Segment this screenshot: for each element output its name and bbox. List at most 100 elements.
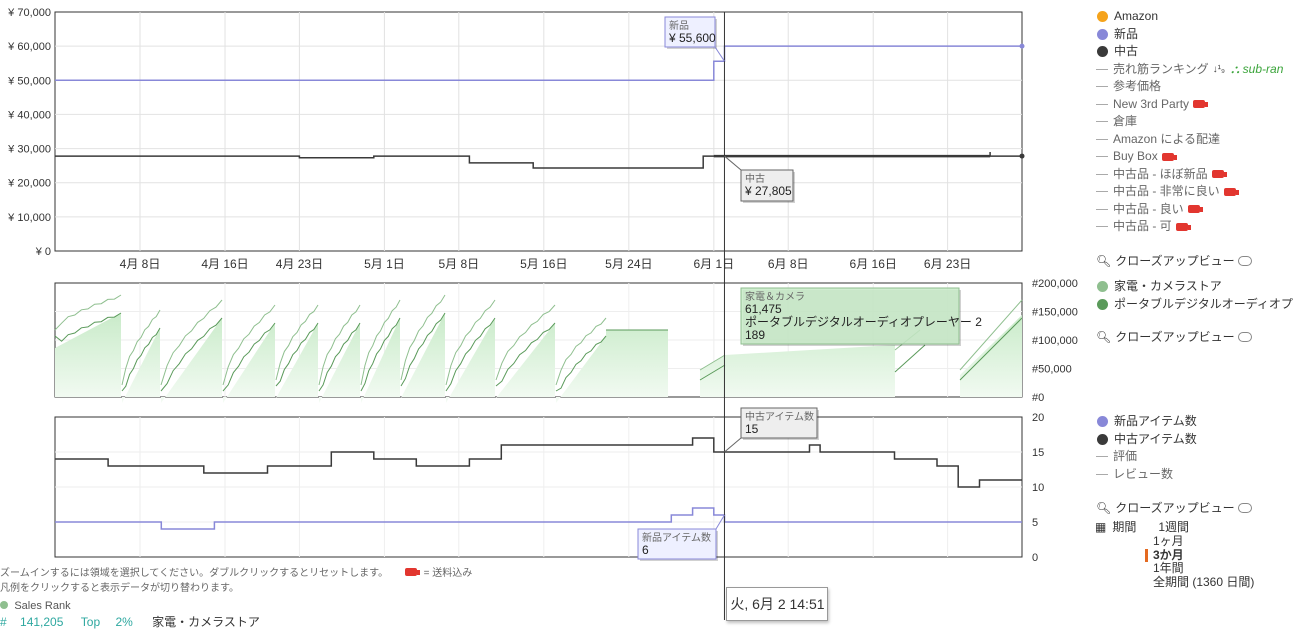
- closeup-toggle-rank[interactable]: 🔍︎ クローズアップビュー: [1096, 328, 1252, 345]
- legend-label: レビュー数: [1113, 466, 1174, 481]
- legend-label: 新品: [1114, 26, 1139, 41]
- legend-label: 参考価格: [1113, 79, 1162, 93]
- legend-item[interactable]: 新品アイテム数: [1096, 413, 1197, 431]
- truck-icon: [1187, 205, 1203, 214]
- legend-label: 新品アイテム数: [1114, 414, 1197, 428]
- legend-item[interactable]: 売れ筋ランキング ↓¹₉ ⛬ sub-ran: [1096, 61, 1283, 79]
- legend-item[interactable]: ポータブルデジタルオーディオプ: [1096, 296, 1293, 314]
- legend-item[interactable]: 中古アイテム数: [1096, 431, 1197, 449]
- x-tick-label: 4月 23日: [276, 257, 323, 271]
- x-tick-label: 5月 8日: [438, 257, 479, 271]
- tooltip-text: 189: [745, 328, 765, 342]
- range-selector: ▦ 期間 1週間 1ヶ月 3か月 1年間 全期間 (1360 日間): [1095, 518, 1254, 589]
- legend-label: Amazon: [1114, 9, 1159, 23]
- price-history-chart[interactable]: ¥ 0 ¥ 10,000 ¥ 20,000 ¥ 30,000 ¥ 40,000 ¥ 50,…: [7, 7, 1025, 271]
- tooltip-text: ¥ 27,805: [744, 184, 792, 198]
- sales-rank-legend[interactable]: Sales Rank: [0, 598, 71, 612]
- legend-dot: [1097, 11, 1108, 23]
- truck-icon: [1175, 222, 1191, 231]
- y-tick-label: ¥ 40,000: [7, 109, 51, 121]
- legend-dot: [1097, 281, 1108, 293]
- legend-item[interactable]: Amazon による配達: [1096, 131, 1283, 149]
- legend-item[interactable]: Buy Box: [1096, 148, 1283, 166]
- legend-label: Buy Box: [1113, 149, 1158, 163]
- range-option[interactable]: 1ヶ月: [1153, 534, 1254, 549]
- range-option[interactable]: 1年間: [1153, 561, 1254, 576]
- offer-y-tick-label: 0: [1032, 552, 1038, 564]
- range-option[interactable]: 全期間 (1360 日間): [1153, 575, 1254, 590]
- x-tick-label: 5月 1日: [364, 257, 405, 271]
- y-tick-label: ¥ 20,000: [7, 178, 51, 190]
- search-icon: 🔍︎: [1096, 500, 1112, 515]
- legend-item[interactable]: 倉庫: [1096, 113, 1283, 131]
- tooltip-text: ポータブルデジタルオーディオプレーヤー 2: [745, 314, 982, 329]
- truck-icon: [1193, 100, 1209, 109]
- legend-dash: [1096, 456, 1108, 458]
- toggle-icon: [1237, 255, 1252, 266]
- legend-dot: [1097, 46, 1108, 58]
- offer-count-chart[interactable]: 0 5 10 15 20: [54, 412, 1044, 564]
- tooltip-used-offers: 中古アイテム数15: [740, 407, 819, 440]
- x-tick-label: 4月 16日: [201, 257, 248, 271]
- tooltip-text: 新品アイテム数: [642, 531, 711, 544]
- price-plot-area: [54, 11, 1023, 252]
- legend-label: 中古アイテム数: [1114, 431, 1197, 446]
- closeup-toggle-price[interactable]: 🔍︎ クローズアップビュー: [1096, 252, 1252, 269]
- legend-label: 評価: [1113, 449, 1138, 463]
- legend-item[interactable]: 中古品 - ほぼ新品: [1096, 166, 1283, 184]
- legend-dash: [1096, 138, 1108, 140]
- legend-item[interactable]: 評価: [1096, 448, 1197, 466]
- y-tick-label: ¥ 50,000: [7, 75, 51, 87]
- offer-y-tick-label: 5: [1032, 517, 1038, 529]
- y-tick-label: ¥ 70,000: [7, 7, 51, 19]
- sub-ranking-toggle[interactable]: ⛬ sub-ran: [1231, 61, 1283, 79]
- legend-item[interactable]: 参考価格: [1096, 78, 1283, 96]
- rank-legend: 家電・カメラストアポータブルデジタルオーディオプ: [1096, 278, 1293, 313]
- legend-item[interactable]: レビュー数: [1096, 466, 1197, 484]
- legend-item[interactable]: 中古品 - 非常に良い: [1096, 183, 1283, 201]
- x-tick-label: 5月 24日: [605, 257, 652, 271]
- legend-dash: [1096, 156, 1108, 158]
- series-end-point-used: [1019, 153, 1025, 159]
- y-tick-label: ¥ 30,000: [7, 144, 51, 156]
- legend-item[interactable]: Amazon: [1096, 8, 1283, 26]
- calendar-icon: ▦: [1095, 519, 1107, 534]
- legend-item[interactable]: 中古品 - 良い: [1096, 201, 1283, 219]
- sort-icon[interactable]: ↓¹₉: [1213, 61, 1225, 79]
- sales-rank-row: # 141,205 Top 2% 家電・カメラストア: [0, 615, 260, 629]
- toggle-icon: [1237, 331, 1252, 342]
- sales-rank-dot: [0, 601, 8, 609]
- legend-label: ポータブルデジタルオーディオプ: [1114, 296, 1293, 311]
- legend-item[interactable]: New 3rd Party: [1096, 96, 1283, 114]
- series-end-point-new: [1019, 43, 1025, 49]
- offer-y-tick-label: 15: [1032, 447, 1044, 459]
- rank-y-tick-label: #200,000: [1032, 278, 1078, 290]
- legend-label: 中古品 - 良い: [1113, 201, 1184, 216]
- truck-icon: [1211, 170, 1227, 179]
- tooltip-new-offers: 新品アイテム数6: [637, 528, 718, 561]
- legend-item[interactable]: 新品: [1096, 26, 1283, 44]
- legend-label: 中古品 - 可: [1113, 219, 1172, 233]
- closeup-toggle-offers[interactable]: 🔍︎ クローズアップビュー: [1096, 499, 1252, 516]
- legend-label: 売れ筋ランキング: [1113, 61, 1209, 76]
- search-icon: 🔍︎: [1096, 329, 1112, 344]
- offer-y-tick-label: 10: [1032, 482, 1044, 494]
- rank-y-tick-label: #150,000: [1032, 307, 1078, 319]
- price-legend: Amazon 新品中古 売れ筋ランキング ↓¹₉ ⛬ sub-ran 参考価格 New 3r…: [1096, 8, 1283, 236]
- legend-item[interactable]: 中古品 - 可: [1096, 218, 1283, 236]
- zoom-hint: ズームインするには領域を選択してください。ダブルクリックするとリセットします。 …: [0, 568, 473, 579]
- legend-dash: [1096, 103, 1108, 105]
- truck-icon: [1223, 187, 1239, 196]
- legend-dot: [1097, 28, 1108, 40]
- legend-item[interactable]: 中古: [1096, 43, 1283, 61]
- legend-label: 中古品 - ほぼ新品: [1113, 166, 1208, 181]
- legend-dot: [1097, 416, 1108, 428]
- crosshair-date-label: 火, 6月 2 14:51: [726, 587, 829, 621]
- range-option[interactable]: 1週間: [1158, 518, 1189, 535]
- tooltip-text: 15: [745, 422, 759, 436]
- legend-dash: [1096, 191, 1108, 193]
- tooltip-text: 61,475: [745, 302, 782, 316]
- range-option[interactable]: 3か月: [1145, 548, 1254, 562]
- legend-item[interactable]: 家電・カメラストア: [1096, 278, 1293, 296]
- legend-label: 家電・カメラストア: [1114, 279, 1222, 293]
